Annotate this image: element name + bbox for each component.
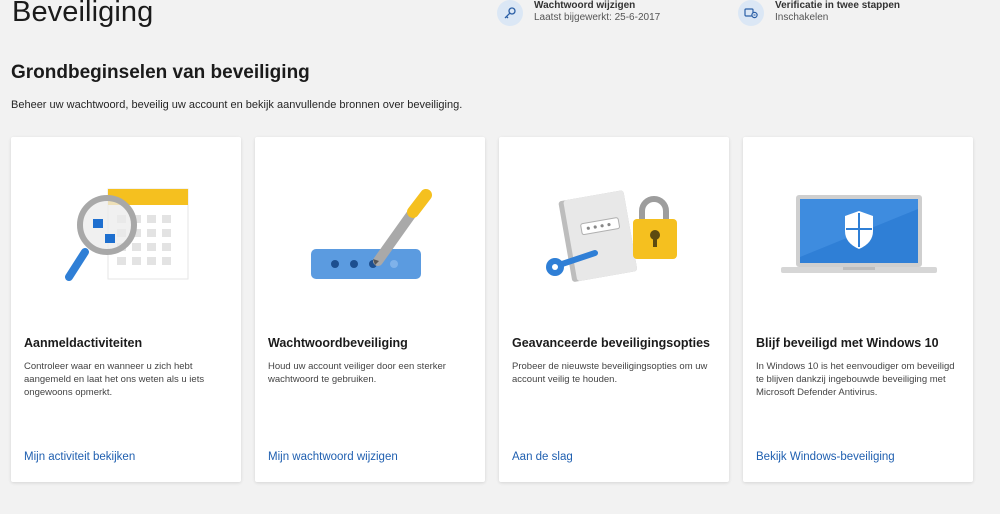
card-title: Aanmeldactiviteiten xyxy=(24,336,143,350)
card-advanced-security: Geavanceerde beveiligingsopties Probeer … xyxy=(499,137,729,482)
section-description: Beheer uw wachtwoord, beveilig uw accoun… xyxy=(11,99,463,111)
get-started-link[interactable]: Aan de slag xyxy=(512,451,573,463)
password-pen-icon xyxy=(255,137,485,337)
two-step-subtitle: Inschakelen xyxy=(775,12,829,23)
change-password-title: Wachtwoord wijzigen xyxy=(534,0,636,11)
two-step-title: Verificatie in twee stappen xyxy=(775,0,901,11)
key-icon xyxy=(497,0,523,26)
card-description: In Windows 10 is het eenvoudiger om beve… xyxy=(756,361,955,398)
security-cards: Aanmeldactiviteiten Controleer waar en w… xyxy=(11,137,973,482)
card-windows-10-security: Blijf beveiligd met Windows 10 In Window… xyxy=(743,137,973,482)
card-title: Wachtwoordbeveiliging xyxy=(268,336,408,350)
card-sign-in-activity: Aanmeldactiviteiten Controleer waar en w… xyxy=(11,137,241,482)
view-windows-security-link[interactable]: Bekijk Windows-beveiliging xyxy=(756,451,895,463)
section-title: Grondbeginselen van beveiliging xyxy=(11,62,310,83)
change-my-password-link[interactable]: Mijn wachtwoord wijzigen xyxy=(268,451,398,463)
card-password-security: Wachtwoordbeveiliging Houd uw account ve… xyxy=(255,137,485,482)
two-step-icon xyxy=(738,0,764,26)
two-step-verification-link[interactable]: Verificatie in twee stappen Inschakelen xyxy=(738,0,900,26)
magnifier-calendar-icon xyxy=(11,137,241,337)
change-password-link[interactable]: Wachtwoord wijzigen Laatst bijgewerkt: 2… xyxy=(497,0,660,26)
change-password-subtitle: Laatst bijgewerkt: 25-6-2017 xyxy=(534,12,661,23)
card-title: Blijf beveiligd met Windows 10 xyxy=(756,336,939,350)
card-description: Houd uw account veiliger door een sterke… xyxy=(268,361,446,385)
laptop-shield-icon xyxy=(743,137,973,337)
padlock-key-icon xyxy=(499,137,729,337)
view-my-activity-link[interactable]: Mijn activiteit bekijken xyxy=(24,451,135,463)
page-title: Beveiliging xyxy=(12,0,154,28)
card-title: Geavanceerde beveiligingsopties xyxy=(512,336,710,350)
card-description: Probeer de nieuwste beveiligingsopties o… xyxy=(512,361,708,385)
card-description: Controleer waar en wanneer u zich hebt a… xyxy=(24,361,205,398)
